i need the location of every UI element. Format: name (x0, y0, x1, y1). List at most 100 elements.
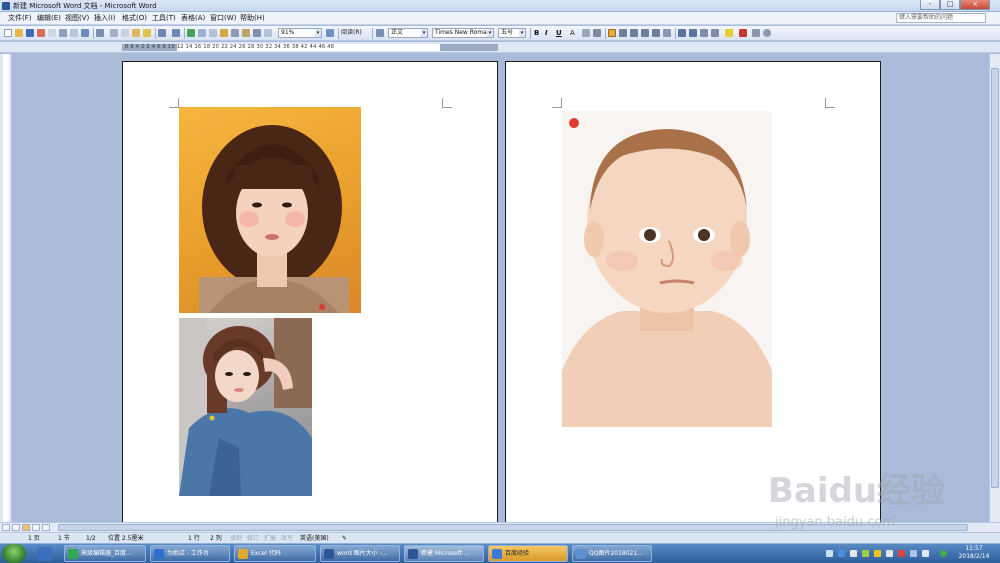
paste-icon[interactable] (132, 29, 140, 37)
spelling-status-icon[interactable]: ✎ (342, 534, 347, 543)
hyperlink-icon[interactable] (187, 29, 195, 37)
outline-view-button[interactable] (32, 524, 40, 531)
status-language[interactable]: 英语(美国) (300, 534, 329, 543)
permission-icon[interactable] (37, 29, 45, 37)
menu-file[interactable]: 文件(F) (8, 14, 32, 23)
font-select[interactable]: Times New Roman ▾ (432, 28, 494, 38)
distribute-icon[interactable] (652, 29, 660, 37)
quicklaunch-icon[interactable] (38, 547, 52, 561)
tray-icon[interactable] (850, 550, 857, 557)
styles-icon[interactable] (376, 29, 384, 37)
menu-edit[interactable]: 编辑(E) (37, 14, 61, 23)
status-extend[interactable]: 扩展 (264, 534, 276, 543)
menu-view[interactable]: 视图(V) (65, 14, 89, 23)
show-hide-icon[interactable] (264, 29, 272, 37)
char-border-button[interactable]: A (570, 28, 575, 38)
justify-icon[interactable] (641, 29, 649, 37)
woman-selfie-image[interactable] (179, 318, 312, 496)
decrease-indent-icon[interactable] (700, 29, 708, 37)
font-color-icon[interactable] (739, 29, 747, 37)
help-icon[interactable] (326, 29, 334, 37)
scrollbar-thumb[interactable] (991, 68, 999, 488)
doc-map-icon[interactable] (253, 29, 261, 37)
insert-excel-icon[interactable] (220, 29, 228, 37)
print-layout-button[interactable] (22, 524, 30, 531)
reading-view-button[interactable] (42, 524, 50, 531)
new-doc-icon[interactable] (4, 29, 12, 37)
increase-indent-icon[interactable] (711, 29, 719, 37)
tray-icon[interactable] (922, 550, 929, 557)
maximize-button[interactable]: □ (940, 0, 960, 10)
baby-portrait-image[interactable] (562, 111, 772, 427)
taskbar-item[interactable]: 为助店 - 工作台 (150, 545, 230, 562)
menu-table[interactable]: 表格(A) (181, 14, 205, 23)
print-icon[interactable] (59, 29, 67, 37)
status-track-changes[interactable]: 修订 (247, 534, 259, 543)
char-scale-icon[interactable] (593, 29, 601, 37)
taskbar-item-active[interactable]: 新建 Microsoft ... (404, 545, 484, 562)
status-record[interactable]: 录制 (230, 534, 242, 543)
menu-tools[interactable]: 工具(T) (152, 14, 176, 23)
insert-table-icon[interactable] (209, 29, 217, 37)
cut-icon[interactable] (110, 29, 118, 37)
menu-format[interactable]: 格式(O) (122, 14, 147, 23)
taskbar-item[interactable]: 高级编辑器_百度... (64, 545, 146, 562)
status-overtype[interactable]: 改写 (281, 534, 293, 543)
volume-icon[interactable] (886, 550, 893, 557)
columns-icon[interactable] (231, 29, 239, 37)
minimize-button[interactable]: - (920, 0, 940, 10)
clock[interactable]: 11:57 2018/2/14 (954, 545, 994, 561)
help-search-input[interactable]: 键入需要帮助的问题 (896, 13, 986, 23)
format-painter-icon[interactable] (143, 29, 151, 37)
tray-icon[interactable] (874, 550, 881, 557)
line-spacing-icon[interactable] (663, 29, 671, 37)
research-icon[interactable] (96, 29, 104, 37)
style-select[interactable]: 正文 ▾ (388, 28, 428, 38)
char-shading-icon[interactable] (582, 29, 590, 37)
highlight-icon[interactable] (725, 29, 733, 37)
phonetic-icon[interactable] (752, 29, 760, 37)
taskbar-item[interactable]: 百度经验 (488, 545, 568, 562)
align-center-icon[interactable] (619, 29, 627, 37)
taskbar-item[interactable]: Excel 代码 (234, 545, 316, 562)
bullets-icon[interactable] (689, 29, 697, 37)
zoom-select[interactable]: 91% ▾ (278, 28, 322, 38)
copy-icon[interactable] (121, 29, 129, 37)
menu-window[interactable]: 窗口(W) (210, 14, 236, 23)
print-preview-icon[interactable] (70, 29, 78, 37)
read-mode-button[interactable]: 阅读(R) (341, 28, 362, 38)
horizontal-ruler[interactable]: 8 6 4 2 2 4 6 8 10 12 14 16 18 20 22 24 … (0, 42, 1000, 53)
underline-button[interactable]: U (556, 28, 562, 38)
close-button[interactable]: × (960, 0, 990, 10)
open-folder-icon[interactable] (15, 29, 23, 37)
redo-icon[interactable] (172, 29, 180, 37)
woman-portrait-image[interactable] (179, 107, 361, 313)
numbering-icon[interactable] (678, 29, 686, 37)
menu-insert[interactable]: 插入(I) (94, 14, 116, 23)
tray-icon[interactable] (862, 550, 869, 557)
save-icon[interactable] (26, 29, 34, 37)
tray-icon[interactable] (826, 550, 833, 557)
undo-icon[interactable] (158, 29, 166, 37)
drawing-icon[interactable] (242, 29, 250, 37)
vertical-ruler[interactable] (0, 54, 12, 522)
tables-borders-icon[interactable] (198, 29, 206, 37)
word-app-icon[interactable] (2, 2, 10, 10)
spelling-icon[interactable] (81, 29, 89, 37)
align-right-icon[interactable] (630, 29, 638, 37)
taskbar-item[interactable]: word 图片大小 -... (320, 545, 400, 562)
bold-button[interactable]: B (534, 28, 539, 38)
align-left-icon[interactable] (608, 29, 616, 37)
tray-icon[interactable] (898, 550, 905, 557)
start-button[interactable] (2, 544, 26, 563)
menu-help[interactable]: 帮助(H) (240, 14, 265, 23)
enclose-char-icon[interactable] (763, 29, 771, 37)
tray-icon[interactable] (940, 550, 947, 557)
network-icon[interactable] (910, 550, 917, 557)
tray-icon[interactable] (838, 550, 845, 557)
italic-button[interactable]: I (545, 28, 548, 38)
taskbar-item[interactable]: QQ图片2018021... (572, 545, 652, 562)
size-select[interactable]: 五号 ▾ (498, 28, 526, 38)
normal-view-button[interactable] (2, 524, 10, 531)
email-icon[interactable] (48, 29, 56, 37)
